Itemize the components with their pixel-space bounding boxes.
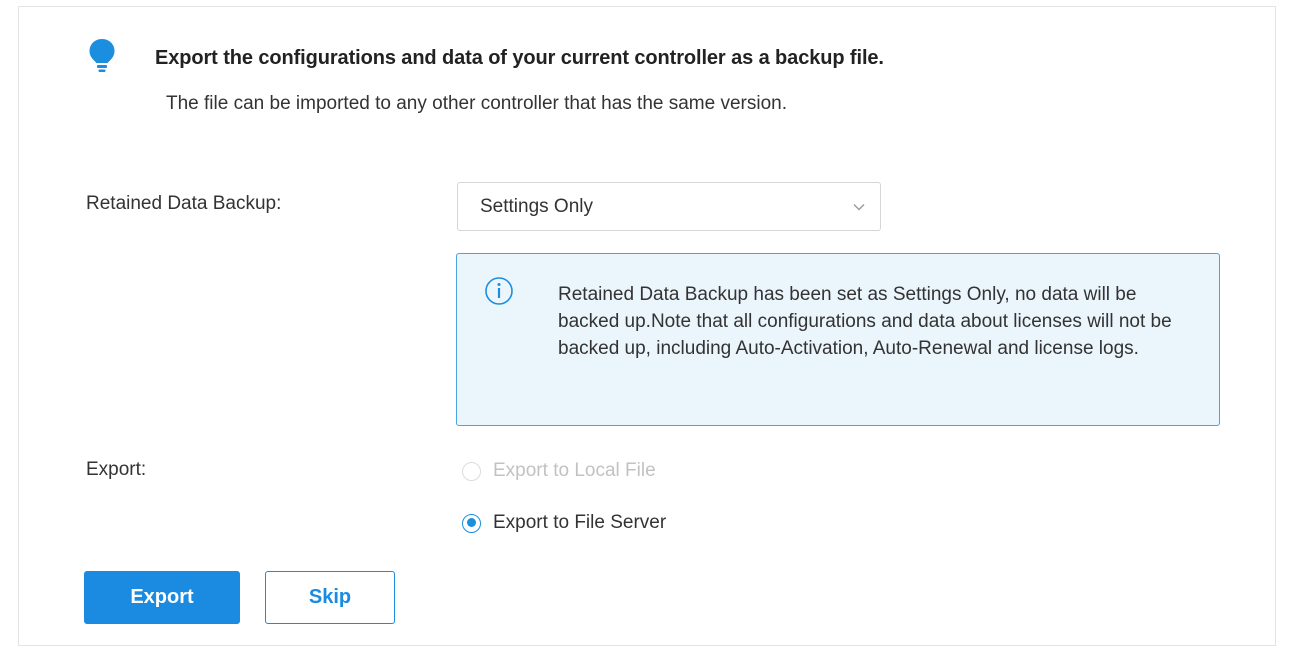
export-local-file-radio — [462, 461, 481, 481]
skip-button[interactable]: Skip — [265, 571, 395, 624]
retained-backup-label: Retained Data Backup: — [86, 193, 282, 214]
retained-backup-value: Settings Only — [480, 196, 593, 217]
retained-backup-select[interactable]: Settings Only — [457, 182, 881, 231]
export-file-server-label: Export to File Server — [493, 512, 667, 533]
page-title: Export the configurations and data of yo… — [155, 47, 884, 69]
export-local-file-option: Export to Local File — [462, 458, 656, 484]
export-file-server-option[interactable]: Export to File Server — [462, 510, 666, 536]
info-notice-text: Retained Data Backup has been set as Set… — [558, 284, 1172, 359]
export-file-server-radio[interactable] — [462, 513, 481, 533]
info-notice: Retained Data Backup has been set as Set… — [456, 253, 1220, 426]
chevron-down-icon — [853, 204, 865, 211]
lightbulb-icon — [89, 39, 115, 72]
page-subtitle: The file can be imported to any other co… — [166, 93, 787, 114]
export-label: Export: — [86, 459, 147, 480]
info-icon — [485, 277, 513, 305]
export-local-file-label: Export to Local File — [493, 460, 656, 481]
export-button[interactable]: Export — [84, 571, 240, 624]
